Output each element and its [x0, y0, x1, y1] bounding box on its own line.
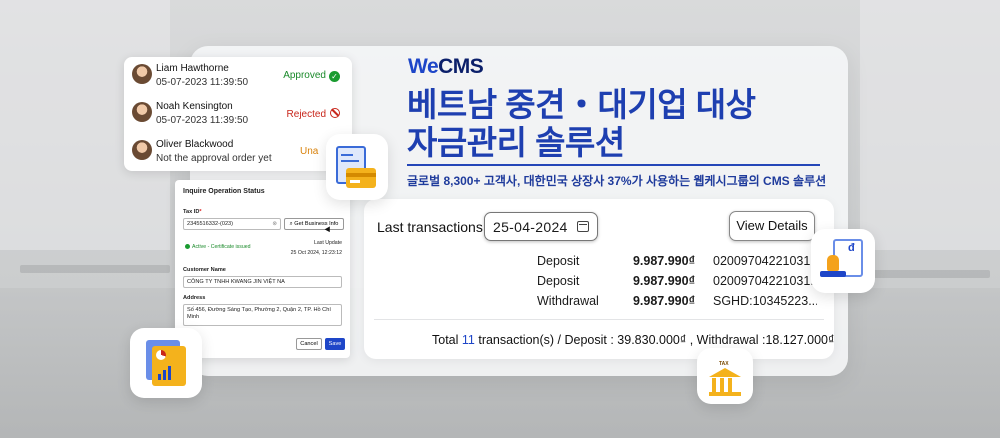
status-dot-icon [185, 244, 190, 249]
document-line [341, 160, 359, 162]
address-label: Address [183, 295, 206, 301]
bank-column-icon [728, 378, 732, 392]
report-chart-icon [152, 346, 186, 386]
tax-label: TAX [719, 361, 729, 367]
transaction-date-value: 25-04-2024 [493, 219, 568, 235]
tax-bank-tile: TAX [697, 348, 753, 404]
subheadline: 글로벌 8,300+ 고객사, 대한민국 상장사 37%가 사용하는 웹케시그룹… [407, 174, 827, 188]
stamp-base-icon [820, 271, 846, 277]
transaction-row[interactable]: Withdrawal 9.987.990₫ SGHD:10345223... [537, 294, 817, 310]
approval-time: 05-07-2023 11:39:50 [156, 77, 249, 88]
approval-list-card: Liam Hawthorne 05-07-2023 11:39:50 Appro… [124, 57, 352, 171]
approval-time: 05-07-2023 11:39:50 [156, 115, 249, 126]
transaction-reference: SGHD:10345223... [713, 294, 817, 308]
cancel-button[interactable]: Cancel [296, 338, 322, 350]
document-line [341, 154, 353, 156]
credit-card-icon [346, 168, 376, 188]
transaction-row[interactable]: Deposit 9.987.990₫ 02009704221031... [537, 274, 817, 290]
last-update-value: 25 Oct 2024, 12:23:12 [290, 250, 342, 256]
stamp-handle-icon [827, 255, 839, 271]
get-business-info-button[interactable]: ⌕ Get Business Info [284, 218, 344, 230]
avatar [132, 140, 152, 160]
required-marker: * [199, 209, 202, 215]
transaction-reference: 02009704221031... [713, 274, 817, 288]
bank-roof-icon [709, 368, 741, 377]
headline-line-2: 자금관리 솔루션 [407, 124, 625, 161]
transactions-total: Total 11 transaction(s) / Deposit : 39.8… [432, 333, 834, 347]
approval-note: Not the approval order yet [156, 153, 272, 164]
address-textarea[interactable]: Số 456, Đường Sáng Tạo, Phường 2, Quận 2… [183, 304, 342, 326]
transaction-row[interactable]: Deposit 9.987.990₫ 02009704221031... [537, 254, 817, 270]
invoice-card-tile [326, 134, 388, 200]
tax-id-input[interactable]: 2345516332-(023) ⊗ [183, 218, 281, 230]
customer-name-input[interactable]: CÔNG TY TNHH KWANG JIN VIỆT NA [183, 276, 342, 288]
approval-row[interactable]: Oliver Blackwood Not the approval order … [124, 133, 352, 171]
last-update-label: Last Update [314, 240, 342, 246]
headline-divider [407, 164, 820, 166]
total-summary: transaction(s) / Deposit : 39.830.000₫ ,… [474, 333, 835, 347]
bar-group-icon [158, 366, 172, 380]
headline: 베트남 중견・대기업 대상 자금관리 솔루션 [407, 86, 756, 162]
background-window-right [860, 0, 1000, 250]
transaction-reference: 02009704221031... [713, 254, 817, 268]
view-details-button[interactable]: View Details [729, 211, 815, 241]
tax-id-value: 2345516332-(023) [187, 221, 234, 227]
transaction-type: Deposit [537, 274, 580, 288]
clear-icon[interactable]: ⊗ [272, 221, 277, 227]
bar-icon [163, 370, 166, 380]
total-prefix: Total [432, 333, 462, 347]
bank-base-icon [709, 392, 741, 396]
background-desk [20, 265, 170, 273]
tax-id-label-text: Tax ID [183, 209, 200, 215]
approval-row[interactable]: Noah Kensington 05-07-2023 11:39:50 Reje… [124, 95, 352, 133]
customer-name-label: Customer Name [183, 267, 226, 273]
transactions-divider [374, 319, 824, 320]
headline-line-1: 베트남 중견・대기업 대상 [407, 86, 756, 123]
total-count: 11 [461, 333, 475, 347]
stamp-document-tile: đ [811, 229, 875, 293]
transaction-date-picker[interactable]: 25-04-2024 [484, 212, 598, 241]
status-badge: Approved ✓ [283, 70, 340, 82]
bank-column-icon [712, 378, 716, 392]
pie-chart-icon [156, 350, 166, 360]
dong-symbol: đ [848, 242, 855, 254]
logo-cms: CMS [438, 55, 484, 78]
certificate-status-text: Active - Certificate issued [192, 244, 251, 250]
approver-name: Liam Hawthorne [156, 63, 229, 74]
address-value: Số 456, Đường Sáng Tạo, Phường 2, Quận 2… [187, 307, 331, 320]
transaction-type: Deposit [537, 254, 580, 268]
get-business-info-label: Get Business Info [294, 221, 339, 227]
tax-id-label: Tax ID* [183, 209, 202, 215]
transactions-label: Last transactions: [377, 219, 487, 235]
transaction-amount: 9.987.990₫ [632, 254, 695, 268]
status-text: Approved [283, 70, 326, 81]
logo-we: We [408, 55, 439, 78]
report-chart-tile [130, 328, 202, 398]
form-title: Inquire Operation Status [183, 188, 265, 195]
avatar [132, 64, 152, 84]
customer-name-value: CÔNG TY TNHH KWANG JIN VIỆT NA [187, 279, 285, 285]
calendar-icon[interactable] [577, 221, 589, 232]
status-text: Rejected [286, 109, 326, 120]
bar-icon [158, 374, 161, 380]
background-desk [860, 270, 990, 278]
save-button[interactable]: Save [325, 338, 345, 350]
approver-name: Noah Kensington [156, 101, 233, 112]
approver-name: Oliver Blackwood [156, 139, 234, 150]
approval-row[interactable]: Liam Hawthorne 05-07-2023 11:39:50 Appro… [124, 57, 352, 95]
operation-status-form: Inquire Operation Status Tax ID* 2345516… [175, 180, 350, 358]
transaction-amount: 9.987.990₫ [632, 294, 695, 308]
transaction-type: Withdrawal [537, 294, 599, 308]
bar-icon [168, 366, 171, 380]
check-circle-icon: ✓ [329, 71, 340, 82]
ban-icon [330, 108, 340, 118]
certificate-status: Active - Certificate issued [185, 244, 251, 250]
status-badge: Rejected [287, 108, 340, 120]
wecms-logo: WeCMS [408, 55, 484, 79]
status-text: Una [300, 146, 319, 157]
bank-column-icon [720, 378, 724, 392]
transaction-amount: 9.987.990₫ [632, 274, 695, 288]
avatar [132, 102, 152, 122]
